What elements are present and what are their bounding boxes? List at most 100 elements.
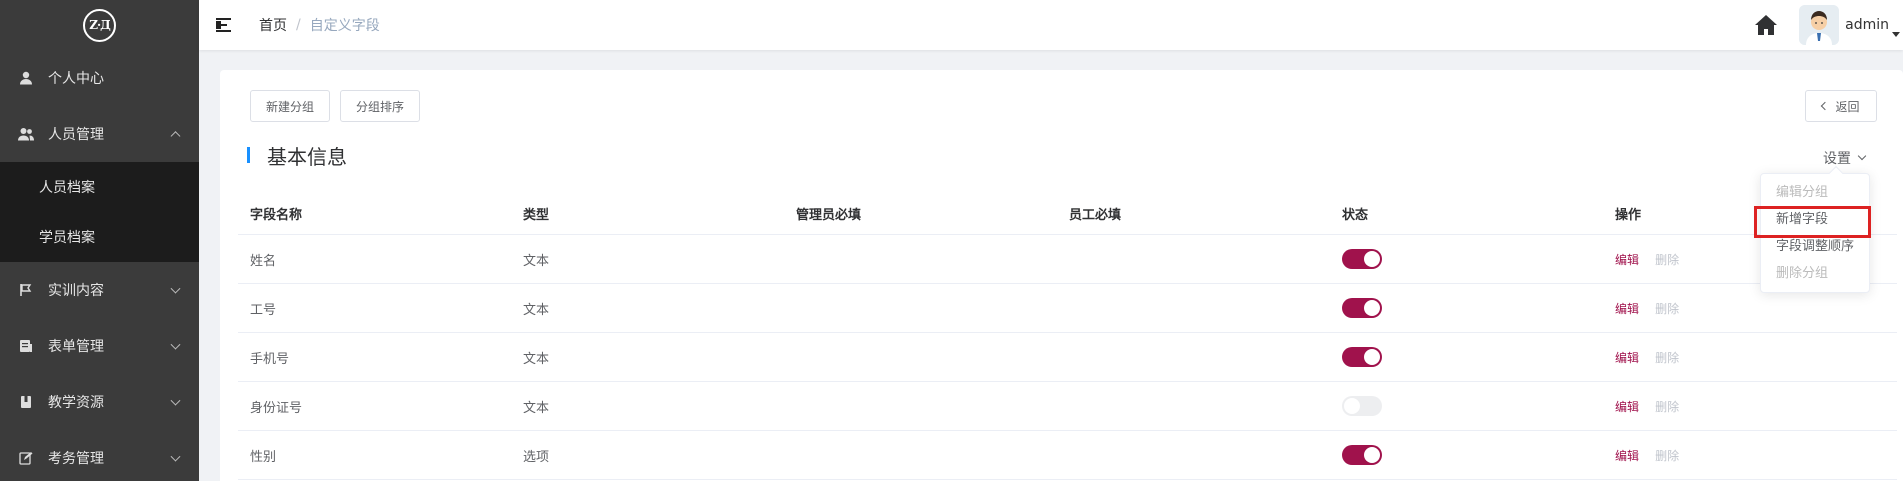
section-bar [247, 147, 250, 163]
status-toggle[interactable] [1342, 445, 1382, 465]
delete-link[interactable]: 删除 [1655, 351, 1679, 365]
logo[interactable]: Z·Д [0, 0, 199, 50]
sidebar-subitem-personnel-files[interactable]: 人员档案 [0, 162, 199, 212]
delete-link[interactable]: 删除 [1655, 449, 1679, 463]
delete-link[interactable]: 删除 [1655, 253, 1679, 267]
column-header: 类型 [523, 208, 550, 223]
fields-table: 字段名称 类型 管理员必填 员工必填 状态 操作 姓名 文本 编辑 删除 工号 … [238, 193, 1897, 480]
header-right: admin [1753, 0, 1903, 50]
status-toggle[interactable] [1342, 298, 1382, 318]
table-row: 身份证号 文本 编辑 删除 [238, 382, 1897, 431]
avatar[interactable] [1799, 5, 1840, 45]
status-cell [1330, 347, 1603, 367]
table-row: 性别 选项 编辑 删除 [238, 431, 1897, 480]
caret-down-icon[interactable] [1892, 32, 1900, 37]
column-header: 状态 [1342, 208, 1369, 223]
chevron-left-icon [1821, 101, 1830, 111]
sidebar-item-personal-center[interactable]: 个人中心 [0, 50, 199, 106]
actions-cell: 编辑 删除 [1603, 300, 1897, 317]
table-row: 姓名 文本 编辑 删除 [238, 235, 1897, 284]
field-name: 手机号 [250, 351, 290, 367]
menu-item-edit-group[interactable]: 编辑分组 [1761, 179, 1869, 206]
edit-icon [18, 450, 34, 466]
chevron-down-icon [1857, 151, 1867, 161]
breadcrumb-separator: / [296, 17, 301, 33]
menu-toggle-icon[interactable] [216, 18, 234, 32]
new-group-button[interactable]: 新建分组 [250, 90, 330, 122]
back-button[interactable]: 返回 [1805, 90, 1877, 122]
column-header: 管理员必填 [796, 208, 862, 223]
field-type: 文本 [523, 253, 550, 269]
actions-cell: 编辑 删除 [1603, 447, 1897, 464]
settings-label: 设置 [1823, 151, 1851, 167]
settings-dropdown-trigger[interactable]: 设置 [1823, 148, 1867, 168]
main-card: 新建分组 分组排序 返回 基本信息 设置 字段名称 类型 管理员必填 员工必填 … [220, 70, 1903, 481]
chevron-down-icon [170, 395, 181, 406]
field-type: 文本 [523, 400, 550, 416]
menu-item-reorder-fields[interactable]: 字段调整顺序 [1761, 233, 1869, 260]
table-row: 工号 文本 编辑 删除 [238, 284, 1897, 333]
status-cell [1330, 396, 1603, 416]
menu-item-add-field[interactable]: 新增字段 [1761, 206, 1869, 233]
field-type: 选项 [523, 449, 550, 465]
sidebar-item-teaching-resources[interactable]: 教学资源 [0, 374, 199, 430]
field-name: 身份证号 [250, 400, 303, 416]
delete-link[interactable]: 删除 [1655, 302, 1679, 316]
chevron-up-icon [170, 131, 181, 142]
submenu: 人员档案 学员档案 [0, 162, 199, 262]
sidebar-item-personnel[interactable]: 人员管理 [0, 106, 199, 162]
status-cell [1330, 445, 1603, 465]
edit-link[interactable]: 编辑 [1615, 253, 1639, 267]
sidebar-item-label: 教学资源 [48, 395, 104, 411]
sidebar-item-forms[interactable]: 表单管理 [0, 318, 199, 374]
status-toggle[interactable] [1342, 249, 1382, 269]
flag-icon [18, 282, 34, 298]
sidebar-subitem-label: 学员档案 [39, 230, 95, 246]
top-header: 首页 / 自定义字段 admin [199, 0, 1903, 50]
table-row: 手机号 文本 编辑 删除 [238, 333, 1897, 382]
breadcrumb: 首页 / 自定义字段 [259, 15, 380, 35]
actions-cell: 编辑 删除 [1603, 398, 1897, 415]
sidebar-item-label: 人员管理 [48, 127, 104, 143]
edit-link[interactable]: 编辑 [1615, 302, 1639, 316]
home-icon[interactable] [1753, 12, 1779, 38]
table-header: 字段名称 类型 管理员必填 员工必填 状态 操作 [238, 193, 1897, 235]
sidebar-item-label: 个人中心 [48, 71, 104, 87]
username[interactable]: admin [1845, 17, 1889, 33]
field-type: 文本 [523, 302, 550, 318]
user-icon [18, 70, 34, 86]
sidebar-item-label: 考务管理 [48, 451, 104, 467]
field-name: 工号 [250, 302, 277, 318]
breadcrumb-current: 自定义字段 [309, 18, 380, 34]
book-icon [18, 394, 34, 410]
status-cell [1330, 298, 1603, 318]
status-toggle[interactable] [1342, 396, 1382, 416]
chevron-down-icon [170, 451, 181, 462]
menu-item-delete-group[interactable]: 删除分组 [1761, 260, 1869, 287]
edit-link[interactable]: 编辑 [1615, 400, 1639, 414]
sidebar-subitem-label: 人员档案 [39, 180, 95, 196]
sidebar-item-label: 表单管理 [48, 339, 104, 355]
edit-link[interactable]: 编辑 [1615, 351, 1639, 365]
field-name: 性别 [250, 449, 277, 465]
status-cell [1330, 249, 1603, 269]
sidebar-subitem-student-files[interactable]: 学员档案 [0, 212, 199, 262]
sort-group-button[interactable]: 分组排序 [340, 90, 420, 122]
actions-cell: 编辑 删除 [1603, 349, 1897, 366]
delete-link[interactable]: 删除 [1655, 400, 1679, 414]
users-icon [18, 126, 34, 142]
field-type: 文本 [523, 351, 550, 367]
sidebar-item-exam-management[interactable]: 考务管理 [0, 430, 199, 481]
form-icon [18, 338, 34, 354]
breadcrumb-home[interactable]: 首页 [259, 15, 287, 35]
settings-dropdown-menu: 编辑分组 新增字段 字段调整顺序 删除分组 [1760, 165, 1870, 293]
column-header: 员工必填 [1069, 208, 1122, 223]
sidebar-item-training[interactable]: 实训内容 [0, 262, 199, 318]
status-toggle[interactable] [1342, 347, 1382, 367]
column-header: 字段名称 [250, 208, 303, 223]
logo-icon: Z·Д [83, 8, 116, 42]
section-title: 基本信息 [247, 144, 347, 169]
edit-link[interactable]: 编辑 [1615, 449, 1639, 463]
sidebar: Z·Д 个人中心 人员管理 人员档案 学员档案 实训内容 表单管理 教学资源 考… [0, 0, 199, 481]
back-button-label: 返回 [1835, 99, 1860, 114]
